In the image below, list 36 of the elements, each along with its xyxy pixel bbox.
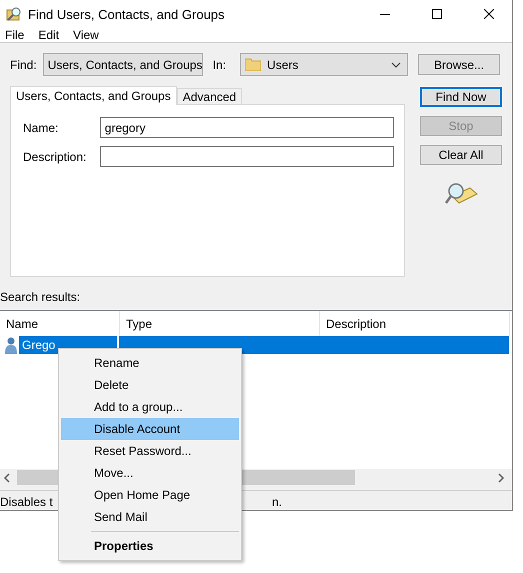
input-field[interactable] bbox=[100, 146, 394, 167]
folder-icon bbox=[245, 58, 262, 71]
context-menu-item[interactable]: Send Mail bbox=[61, 506, 239, 528]
close-icon bbox=[484, 9, 494, 19]
context-menu-item[interactable]: Open Home Page bbox=[61, 484, 239, 506]
menu-item[interactable]: File bbox=[5, 28, 24, 42]
status-text: n. bbox=[272, 494, 282, 508]
location-dropdown[interactable]: Users bbox=[240, 53, 408, 76]
field-label: Description: bbox=[23, 150, 88, 164]
field-label: In: bbox=[212, 58, 226, 72]
context-menu-item[interactable]: Rename bbox=[61, 352, 239, 374]
field-label: Find: bbox=[10, 58, 37, 72]
search-directory-icon bbox=[6, 6, 22, 22]
context-menu-item[interactable]: Move... bbox=[61, 462, 239, 484]
context-menu-item[interactable]: Properties bbox=[61, 528, 239, 557]
context-menu-item[interactable]: Delete bbox=[61, 374, 239, 396]
menu-item[interactable]: Edit bbox=[38, 28, 60, 42]
maximize-icon bbox=[432, 9, 442, 19]
browse-button[interactable]: Browse... bbox=[418, 54, 500, 75]
find-dropdown[interactable]: Users, Contacts, and Groups bbox=[42, 53, 203, 76]
user-icon bbox=[5, 336, 17, 354]
tab[interactable]: Advanced bbox=[176, 88, 242, 104]
context-menu-item[interactable]: Add to a group... bbox=[61, 396, 239, 418]
action-button[interactable]: Find Now bbox=[420, 87, 502, 107]
magnifier-directory-icon bbox=[444, 182, 478, 206]
search-results-label: Search results: bbox=[0, 290, 82, 304]
context-menu-item[interactable]: Disable Account bbox=[61, 418, 239, 440]
menu-item[interactable]: View bbox=[73, 28, 99, 42]
action-button[interactable]: Clear All bbox=[420, 145, 502, 165]
tab[interactable]: Users, Contacts, and Groups bbox=[10, 86, 177, 105]
window-title: Find Users, Contacts, and Groups bbox=[28, 6, 226, 22]
input-field[interactable]: gregory bbox=[100, 117, 394, 138]
status-text: Disables t bbox=[0, 494, 53, 508]
context-menu-item[interactable]: Reset Password... bbox=[61, 440, 239, 462]
field-label: Name: bbox=[23, 120, 60, 134]
dropdown-caret-icon bbox=[391, 62, 402, 68]
